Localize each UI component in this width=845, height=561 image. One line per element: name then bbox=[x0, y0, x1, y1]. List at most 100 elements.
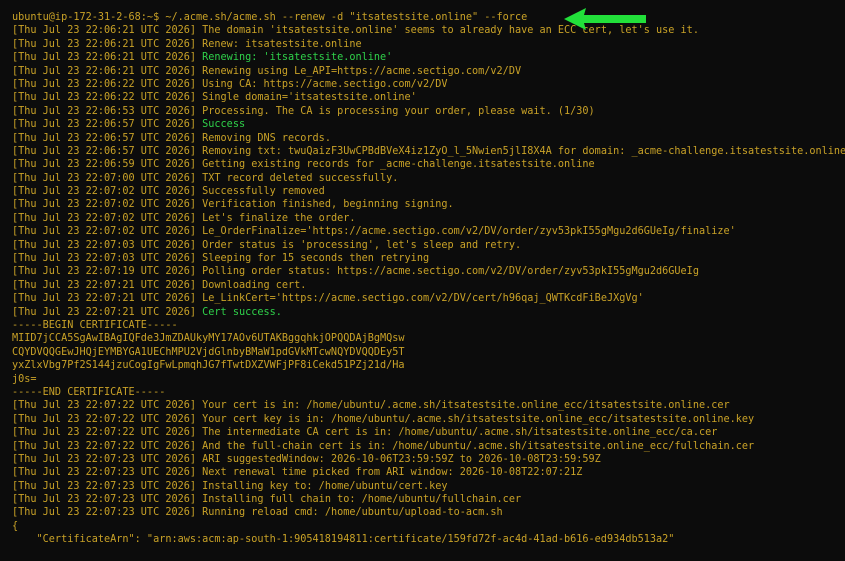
log-message: Sleeping for 15 seconds then retrying bbox=[196, 253, 430, 265]
log-line: [Thu Jul 23 22:07:00 UTC 2026] TXT recor… bbox=[12, 172, 845, 185]
log-message: Processing. The CA is processing your or… bbox=[196, 105, 595, 117]
log-line: [Thu Jul 23 22:06:57 UTC 2026] Removing … bbox=[12, 145, 845, 158]
log-timestamp: [Thu Jul 23 22:06:21 UTC 2026] bbox=[12, 25, 197, 37]
log-message: ARI suggestedWindow: 2026-10-06T23:59:59… bbox=[196, 453, 601, 465]
log-message: Let's finalize the order. bbox=[196, 212, 356, 224]
log-message: Successfully removed bbox=[196, 186, 325, 198]
log-line: [Thu Jul 23 22:06:21 UTC 2026] The domai… bbox=[12, 24, 845, 37]
log-timestamp: [Thu Jul 23 22:07:23 UTC 2026] bbox=[12, 453, 197, 465]
log-line: [Thu Jul 23 22:06:21 UTC 2026] Renewing … bbox=[12, 65, 845, 78]
log-timestamp: [Thu Jul 23 22:07:02 UTC 2026] bbox=[12, 212, 197, 224]
log-timestamp: [Thu Jul 23 22:07:21 UTC 2026] bbox=[12, 306, 197, 318]
log-message: The intermediate CA cert is in: /home/ub… bbox=[196, 427, 718, 439]
log-message: Next renewal time picked from ARI window… bbox=[196, 467, 583, 479]
log-line: [Thu Jul 23 22:06:22 UTC 2026] Single do… bbox=[12, 91, 845, 104]
log-message: Renewing: 'itsatestsite.online' bbox=[196, 52, 393, 64]
log-timestamp: [Thu Jul 23 22:07:21 UTC 2026] bbox=[12, 279, 197, 291]
install-log-line: [Thu Jul 23 22:07:22 UTC 2026] The inter… bbox=[12, 426, 845, 439]
certificate-line: MIID7jCCA5SgAwIBAgIQFde3JmZDAUkyMY17AOv6… bbox=[12, 333, 405, 345]
log-message: Verification finished, beginning signing… bbox=[196, 199, 454, 211]
log-message: Removing txt: twuQaizF3UwCPBdBVeX4iz1ZyO… bbox=[196, 145, 845, 157]
arrow-left-icon bbox=[564, 8, 646, 30]
log-timestamp: [Thu Jul 23 22:06:59 UTC 2026] bbox=[12, 159, 197, 171]
log-message: Your cert is in: /home/ubuntu/.acme.sh/i… bbox=[196, 400, 730, 412]
log-message: Le_LinkCert='https://acme.sectigo.com/v2… bbox=[196, 293, 644, 305]
log-timestamp: [Thu Jul 23 22:07:02 UTC 2026] bbox=[12, 226, 197, 238]
log-message: Getting existing records for _acme-chall… bbox=[196, 159, 595, 171]
install-log-line: [Thu Jul 23 22:07:22 UTC 2026] And the f… bbox=[12, 440, 845, 453]
log-line: [Thu Jul 23 22:07:02 UTC 2026] Let's fin… bbox=[12, 212, 845, 225]
log-timestamp: [Thu Jul 23 22:07:23 UTC 2026] bbox=[12, 494, 197, 506]
install-log-line: [Thu Jul 23 22:07:22 UTC 2026] Your cert… bbox=[12, 413, 845, 426]
log-line: [Thu Jul 23 22:06:53 UTC 2026] Processin… bbox=[12, 105, 845, 118]
log-line: [Thu Jul 23 22:07:02 UTC 2026] Verificat… bbox=[12, 198, 845, 211]
log-line: [Thu Jul 23 22:06:57 UTC 2026] Success bbox=[12, 118, 845, 131]
log-timestamp: [Thu Jul 23 22:07:22 UTC 2026] bbox=[12, 440, 197, 452]
install-log-line: [Thu Jul 23 22:07:23 UTC 2026] Installin… bbox=[12, 493, 845, 506]
certificate-block: -----BEGIN CERTIFICATE----- MIID7jCCA5SgA… bbox=[12, 319, 845, 399]
log-line: [Thu Jul 23 22:07:21 UTC 2026] Cert succ… bbox=[12, 306, 845, 319]
log-message: Polling order status: https://acme.secti… bbox=[196, 266, 699, 278]
install-log-line: [Thu Jul 23 22:07:23 UTC 2026] Running r… bbox=[12, 506, 845, 519]
log-line: [Thu Jul 23 22:07:21 UTC 2026] Downloadi… bbox=[12, 279, 845, 292]
log-timestamp: [Thu Jul 23 22:06:57 UTC 2026] bbox=[12, 132, 197, 144]
log-timestamp: [Thu Jul 23 22:06:53 UTC 2026] bbox=[12, 105, 197, 117]
log-line: [Thu Jul 23 22:07:03 UTC 2026] Order sta… bbox=[12, 239, 845, 252]
log-message: Using CA: https://acme.sectigo.com/v2/DV bbox=[196, 78, 448, 90]
command-prompt: ubuntu@ip-172-31-2-68:~$ ~/.acme.sh/acme… bbox=[12, 12, 528, 23]
log-timestamp: [Thu Jul 23 22:07:21 UTC 2026] bbox=[12, 293, 197, 305]
log-line: [Thu Jul 23 22:07:02 UTC 2026] Successfu… bbox=[12, 185, 845, 198]
log-line: [Thu Jul 23 22:06:57 UTC 2026] Removing … bbox=[12, 132, 845, 145]
log-timestamp: [Thu Jul 23 22:07:23 UTC 2026] bbox=[12, 507, 197, 519]
json-open-brace: { bbox=[12, 520, 19, 532]
install-log-line: [Thu Jul 23 22:07:22 UTC 2026] Your cert… bbox=[12, 399, 845, 412]
log-timestamp: [Thu Jul 23 22:07:02 UTC 2026] bbox=[12, 199, 197, 211]
log-line: [Thu Jul 23 22:06:22 UTC 2026] Using CA:… bbox=[12, 78, 845, 91]
log-message: Le_OrderFinalize='https://acme.sectigo.c… bbox=[196, 226, 736, 238]
log-message: Downloading cert. bbox=[196, 279, 307, 291]
log-timestamp: [Thu Jul 23 22:06:22 UTC 2026] bbox=[12, 78, 197, 90]
log-line: [Thu Jul 23 22:07:03 UTC 2026] Sleeping … bbox=[12, 252, 845, 265]
log-timestamp: [Thu Jul 23 22:07:03 UTC 2026] bbox=[12, 253, 197, 265]
log-message: Cert success. bbox=[196, 306, 282, 318]
log-line: [Thu Jul 23 22:06:59 UTC 2026] Getting e… bbox=[12, 158, 845, 171]
log-timestamp: [Thu Jul 23 22:06:57 UTC 2026] bbox=[12, 119, 197, 131]
log-timestamp: [Thu Jul 23 22:07:00 UTC 2026] bbox=[12, 172, 197, 184]
log-output: [Thu Jul 23 22:06:21 UTC 2026] The domai… bbox=[12, 24, 845, 319]
log-timestamp: [Thu Jul 23 22:06:22 UTC 2026] bbox=[12, 92, 197, 104]
log-timestamp: [Thu Jul 23 22:06:21 UTC 2026] bbox=[12, 38, 197, 50]
log-message: Order status is 'processing', let's slee… bbox=[196, 239, 522, 251]
install-log-line: [Thu Jul 23 22:07:23 UTC 2026] Next rene… bbox=[12, 466, 845, 479]
log-message: Your cert key is in: /home/ubuntu/.acme.… bbox=[196, 413, 755, 425]
log-message: Renewing using Le_API=https://acme.secti… bbox=[196, 65, 522, 77]
log-message: Success bbox=[196, 119, 246, 131]
log-timestamp: [Thu Jul 23 22:07:02 UTC 2026] bbox=[12, 186, 197, 198]
log-message: Removing DNS records. bbox=[196, 132, 331, 144]
log-line: [Thu Jul 23 22:06:21 UTC 2026] Renewing:… bbox=[12, 51, 845, 64]
log-message: TXT record deleted successfully. bbox=[196, 172, 399, 184]
install-log-output: [Thu Jul 23 22:07:22 UTC 2026] Your cert… bbox=[12, 399, 845, 520]
certificate-line: yxZlxVbg7Pf2S144jzuCogIgFwLpmqhJG7fTwtDX… bbox=[12, 360, 405, 372]
log-message: Installing key to: /home/ubuntu/cert.key bbox=[196, 480, 448, 492]
log-line: [Thu Jul 23 22:07:19 UTC 2026] Polling o… bbox=[12, 265, 845, 278]
log-timestamp: [Thu Jul 23 22:06:21 UTC 2026] bbox=[12, 65, 197, 77]
install-log-line: [Thu Jul 23 22:07:23 UTC 2026] ARI sugge… bbox=[12, 453, 845, 466]
log-line: [Thu Jul 23 22:06:21 UTC 2026] Renew: it… bbox=[12, 38, 845, 51]
install-log-line: [Thu Jul 23 22:07:23 UTC 2026] Installin… bbox=[12, 480, 845, 493]
json-certificate-arn: "CertificateArn": "arn:aws:acm:ap-south-… bbox=[12, 534, 675, 546]
log-timestamp: [Thu Jul 23 22:06:57 UTC 2026] bbox=[12, 145, 197, 157]
log-message: Installing full chain to: /home/ubuntu/f… bbox=[196, 494, 522, 506]
terminal-window[interactable]: ubuntu@ip-172-31-2-68:~$ ~/.acme.sh/acme… bbox=[0, 0, 845, 561]
log-timestamp: [Thu Jul 23 22:06:21 UTC 2026] bbox=[12, 52, 197, 64]
log-timestamp: [Thu Jul 23 22:07:23 UTC 2026] bbox=[12, 480, 197, 492]
certificate-line: -----END CERTIFICATE----- bbox=[12, 386, 166, 398]
certificate-line: -----BEGIN CERTIFICATE----- bbox=[12, 319, 178, 331]
certificate-line: CQYDVQQGEwJHQjEYMBYGA1UEChMPU2VjdGlnbyBM… bbox=[12, 346, 405, 358]
log-timestamp: [Thu Jul 23 22:07:23 UTC 2026] bbox=[12, 467, 197, 479]
log-message: Renew: itsatestsite.online bbox=[196, 38, 362, 50]
log-timestamp: [Thu Jul 23 22:07:22 UTC 2026] bbox=[12, 413, 197, 425]
log-message: And the full-chain cert is in: /home/ubu… bbox=[196, 440, 755, 452]
log-line: [Thu Jul 23 22:07:02 UTC 2026] Le_OrderF… bbox=[12, 225, 845, 238]
log-timestamp: [Thu Jul 23 22:07:19 UTC 2026] bbox=[12, 266, 197, 278]
log-timestamp: [Thu Jul 23 22:07:03 UTC 2026] bbox=[12, 239, 197, 251]
